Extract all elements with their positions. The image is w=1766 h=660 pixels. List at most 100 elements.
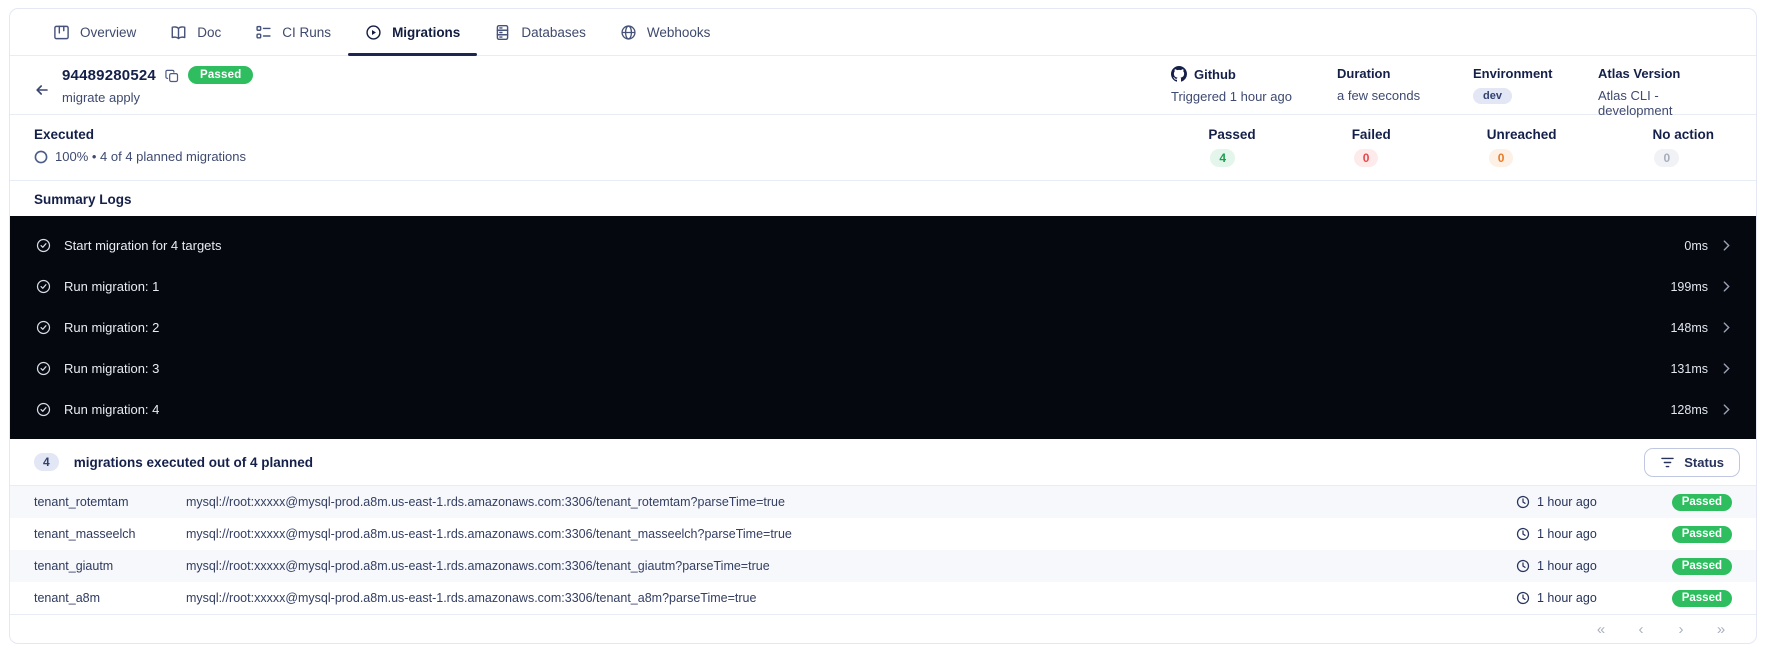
meta-label: Environment [1473, 66, 1553, 81]
row-status-badge: Passed [1671, 493, 1732, 511]
copy-icon [165, 69, 179, 82]
meta-value: a few seconds [1337, 88, 1421, 103]
meta-label: Github [1171, 66, 1337, 82]
log-text: Start migration for 4 targets [64, 238, 222, 253]
tenant-url: mysql://root:xxxxx@mysql-prod.a8m.us-eas… [186, 559, 770, 573]
github-icon [1171, 66, 1187, 82]
databases-icon [497, 24, 509, 40]
tab-label: CI Runs [282, 24, 332, 40]
stat-noaction-count: 0 [1654, 149, 1680, 167]
log-text: Run migration: 1 [64, 279, 160, 294]
row-status-badge: Passed [1671, 525, 1732, 543]
tab-webhooks[interactable]: Webhooks [603, 9, 728, 55]
doc-icon [171, 25, 186, 39]
tab-databases[interactable]: Databases [477, 9, 603, 55]
migrations-table-title: migrations executed out of 4 planned [73, 454, 313, 470]
chevron-right-icon [1723, 404, 1730, 415]
row-time: 1 hour ago [1516, 527, 1668, 541]
arrow-left-icon [36, 85, 48, 95]
row-time: 1 hour ago [1516, 591, 1668, 605]
status-filter-button[interactable]: Status [1644, 447, 1740, 477]
tab-bar: Overview Doc CI Runs Migrations Database… [10, 9, 1756, 56]
pagination-last-button[interactable]: » [1708, 622, 1734, 637]
chevron-right-icon [1723, 281, 1730, 292]
executed-section: Executed 100% • 4 of 4 planned migration… [10, 115, 1756, 181]
log-text: Run migration: 4 [64, 402, 160, 417]
table-row[interactable]: tenant_giautm mysql://root:xxxxx@mysql-p… [10, 550, 1756, 582]
log-row[interactable]: Run migration: 4 128ms [10, 389, 1756, 430]
row-time: 1 hour ago [1516, 495, 1668, 509]
stat-passed-count: 4 [1210, 149, 1236, 167]
meta-atlas-version: Atlas Version Atlas CLI - development [1598, 66, 1730, 118]
log-row[interactable]: Start migration for 4 targets 0ms [10, 225, 1756, 266]
meta-value: Atlas CLI - development [1598, 88, 1673, 118]
meta-environment: Environment dev [1473, 66, 1598, 114]
tab-overview[interactable]: Overview [36, 9, 153, 55]
tab-label: Overview [80, 24, 137, 40]
chevron-right-icon [1723, 363, 1730, 374]
tab-ci-runs[interactable]: CI Runs [238, 9, 348, 55]
stat-unreached: Unreached 0 [1486, 127, 1557, 167]
tenant-name: tenant_giautm [34, 559, 114, 573]
log-duration: 131ms [1670, 361, 1708, 376]
check-circle-icon [36, 238, 51, 253]
table-row[interactable]: tenant_rotemtam mysql://root:xxxxx@mysql… [10, 486, 1756, 518]
check-circle-icon [36, 279, 51, 294]
chevron-right-icon [1723, 240, 1730, 251]
tab-migrations[interactable]: Migrations [348, 9, 478, 56]
table-row[interactable]: tenant_a8m mysql://root:xxxxx@mysql-prod… [10, 582, 1756, 614]
copy-id-button[interactable] [165, 69, 179, 83]
executed-progress: 100% • 4 of 4 planned migrations [34, 149, 246, 164]
pagination-prev-button[interactable]: ‹ [1628, 622, 1654, 637]
tab-label: Doc [197, 24, 222, 40]
meta-github: Github Triggered 1 hour ago [1171, 66, 1337, 114]
pagination-next-button[interactable]: › [1668, 622, 1694, 637]
executed-title: Executed [34, 127, 95, 142]
clock-icon [1516, 591, 1530, 605]
stat-failed: Failed 0 [1351, 127, 1391, 167]
executed-stats: Passed 4 Failed 0 Unreached 0 No action … [1208, 127, 1732, 180]
migrations-icon [366, 24, 381, 40]
chevron-right-icon [1723, 322, 1730, 333]
run-command: migrate apply [62, 90, 141, 105]
meta-duration: Duration a few seconds [1337, 66, 1473, 114]
run-meta: Github Triggered 1 hour ago Duration a f… [1171, 66, 1732, 118]
back-button[interactable] [34, 69, 50, 114]
log-duration: 148ms [1670, 320, 1708, 335]
log-duration: 0ms [1684, 238, 1708, 253]
ci-runs-icon [256, 25, 271, 38]
check-circle-icon [36, 320, 51, 335]
pagination: « ‹ › » [10, 614, 1756, 643]
migrations-table-header: 4 migrations executed out of 4 planned S… [10, 439, 1756, 486]
tab-doc[interactable]: Doc [153, 9, 238, 55]
log-duration: 128ms [1670, 402, 1708, 417]
pagination-first-button[interactable]: « [1588, 622, 1614, 637]
tenant-url: mysql://root:xxxxx@mysql-prod.a8m.us-eas… [186, 495, 785, 509]
migrations-count-badge: 4 [34, 453, 59, 471]
table-row[interactable]: tenant_masseelch mysql://root:xxxxx@mysq… [10, 518, 1756, 550]
stat-unreached-count: 0 [1488, 149, 1514, 167]
log-row[interactable]: Run migration: 1 199ms [10, 266, 1756, 307]
run-header: 94489280524 Passed migrate apply Github … [10, 56, 1756, 118]
tab-label: Migrations [392, 24, 461, 40]
progress-circle-icon [34, 150, 48, 163]
log-text: Run migration: 3 [64, 361, 160, 376]
meta-value: Triggered 1 hour ago [1171, 89, 1292, 104]
log-row[interactable]: Run migration: 2 148ms [10, 307, 1756, 348]
meta-label: Atlas Version [1598, 66, 1681, 81]
log-duration: 199ms [1670, 279, 1708, 294]
meta-label: Duration [1337, 66, 1391, 81]
tenant-url: mysql://root:xxxxx@mysql-prod.a8m.us-eas… [186, 527, 792, 541]
check-circle-icon [36, 361, 51, 376]
check-circle-icon [36, 402, 51, 417]
tab-label: Databases [521, 24, 586, 40]
overview-icon [54, 25, 69, 39]
migration-run-card: Overview Doc CI Runs Migrations Database… [9, 8, 1757, 644]
log-row[interactable]: Run migration: 3 131ms [10, 348, 1756, 389]
clock-icon [1516, 559, 1530, 573]
tab-label: Webhooks [646, 24, 711, 40]
summary-logs-panel: Start migration for 4 targets 0ms Run mi… [10, 216, 1756, 439]
stat-passed: Passed 4 [1208, 127, 1256, 167]
run-id: 94489280524 [62, 66, 156, 84]
tenant-url: mysql://root:xxxxx@mysql-prod.a8m.us-eas… [186, 591, 757, 605]
